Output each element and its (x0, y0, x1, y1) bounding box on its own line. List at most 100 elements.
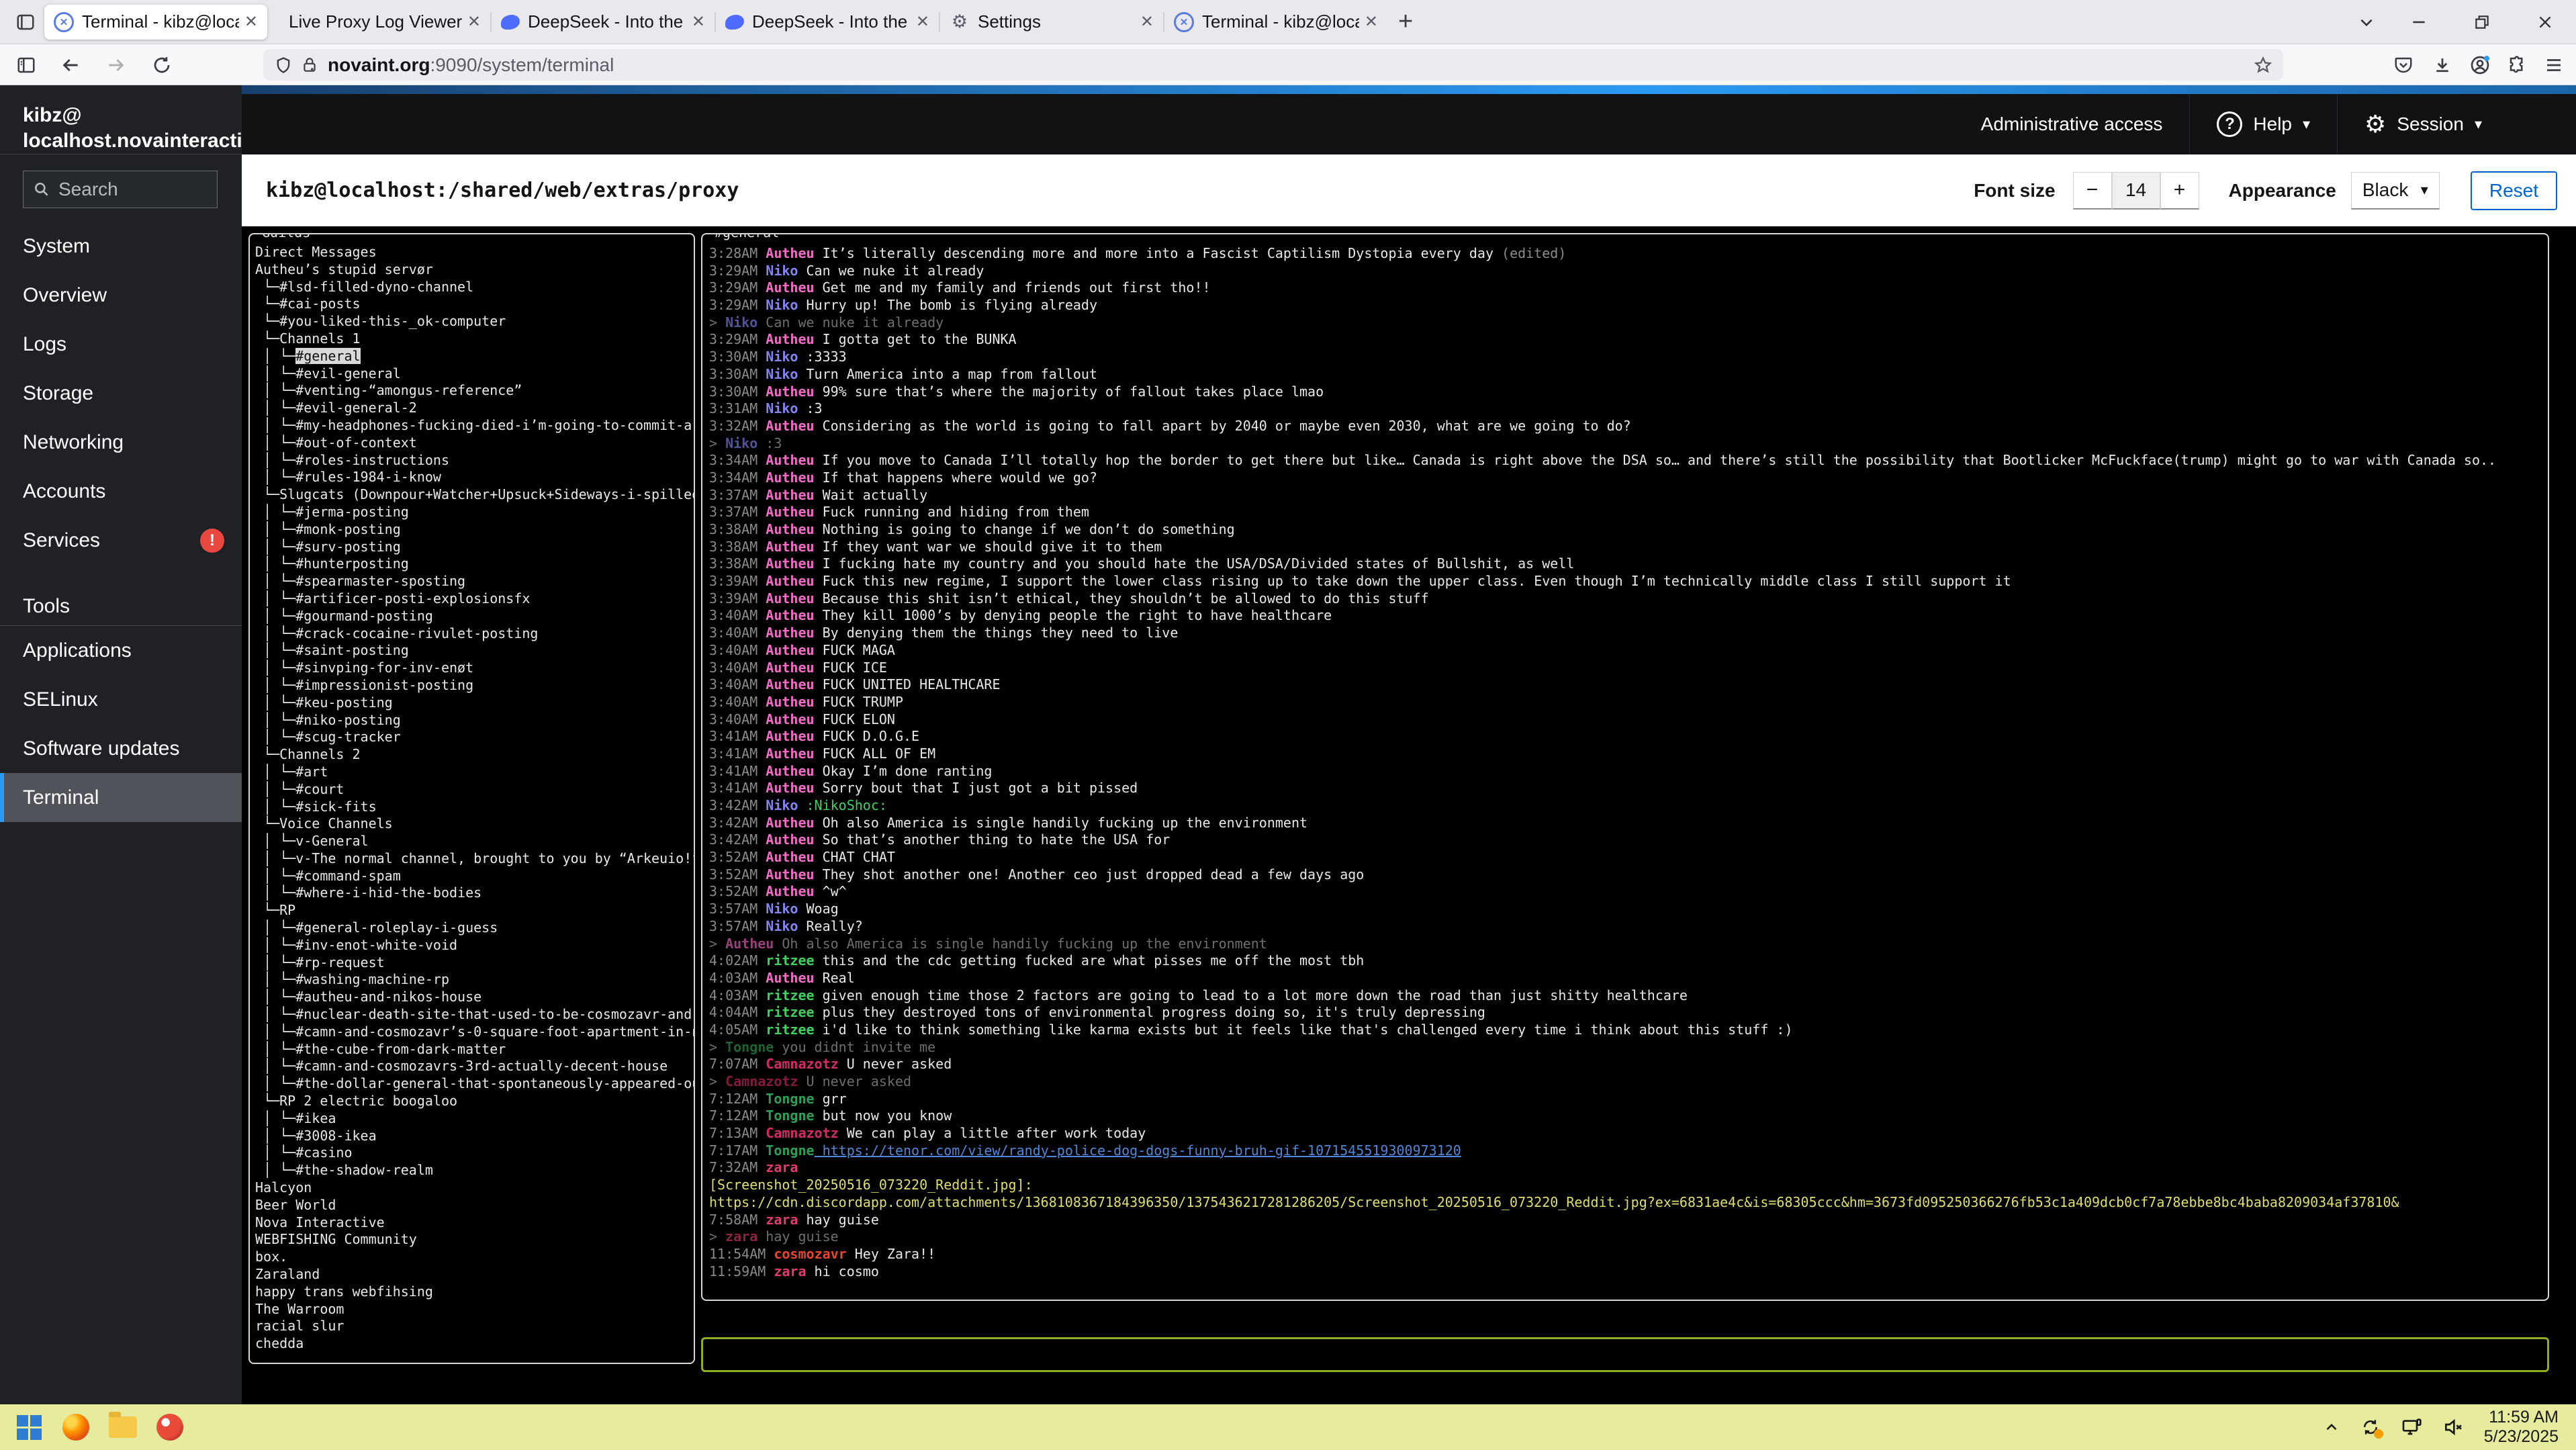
message-author[interactable]: Autheu (766, 573, 814, 589)
message-author[interactable]: Camnazotz (766, 1056, 838, 1072)
font-size-value[interactable]: 14 (2112, 172, 2160, 210)
message-author[interactable]: Autheu (766, 745, 814, 762)
guild-item[interactable]: └─RP 2 electric boogaloo (255, 1093, 694, 1110)
channel-item[interactable]: └─#you-liked-this-_ok-computer (255, 313, 694, 330)
guild-item[interactable]: racial slur (255, 1318, 694, 1335)
sidebar-item-applications[interactable]: Applications (0, 626, 242, 675)
message-author[interactable]: Autheu (766, 487, 814, 503)
tracking-shield-icon[interactable] (274, 56, 293, 75)
channel-item[interactable]: │ └─#gourmand-posting (255, 608, 694, 625)
terminal-screen[interactable]: Guilds Direct MessagesAutheu’s stupid se… (242, 226, 2576, 1404)
browser-tab[interactable]: ⚙Settings✕ (940, 5, 1163, 40)
message-author[interactable]: Autheu (766, 383, 814, 400)
message-author[interactable]: Autheu (766, 469, 814, 486)
guild-item[interactable]: └─Channels 2 (255, 746, 694, 764)
taskbar-firefox-button[interactable] (62, 1413, 90, 1441)
browser-tab[interactable]: DeepSeek - Into the Unknown✕ (716, 5, 939, 40)
message-author[interactable]: zara (766, 1159, 798, 1175)
message-author[interactable]: Autheu (766, 763, 814, 779)
channel-item[interactable]: │ └─#sinvping-for-inv-enøt (255, 660, 694, 677)
message-author[interactable]: Tongne (766, 1142, 814, 1159)
close-window-button[interactable] (2530, 7, 2560, 37)
tab-close-button[interactable]: ✕ (692, 12, 705, 32)
channel-item[interactable]: │ └─v-The normal channel, brought to you… (255, 850, 694, 868)
message-author[interactable]: Autheu (766, 521, 814, 537)
channel-item[interactable]: │ └─#hunterposting (255, 555, 694, 573)
guild-item[interactable]: Halcyon (255, 1179, 694, 1197)
message-author[interactable]: Tongne (766, 1107, 814, 1124)
channel-item[interactable]: │ └─#crack-cocaine-rivulet-posting (255, 625, 694, 643)
tab-close-button[interactable]: ✕ (244, 12, 258, 32)
channel-item[interactable]: │ └─#monk-posting (255, 521, 694, 539)
menu-hamburger-icon[interactable] (2538, 50, 2569, 81)
message-author[interactable]: ritzee (766, 952, 814, 968)
channel-item[interactable]: │ └─#where-i-hid-the-bodies (255, 885, 694, 902)
message-author[interactable]: Niko (766, 297, 798, 313)
sidebar-item-storage[interactable]: Storage (0, 369, 242, 418)
channel-item[interactable]: │ └─#rp-request (255, 954, 694, 972)
message-author[interactable]: Autheu (766, 590, 814, 606)
channel-item[interactable]: │ └─#surv-posting (255, 539, 694, 556)
message-author[interactable]: Autheu (766, 728, 814, 744)
tab-close-button[interactable]: ✕ (1140, 12, 1154, 32)
sidebar-item-overview[interactable]: Overview (0, 271, 242, 320)
guild-item[interactable]: Direct Messages (255, 244, 694, 261)
channel-item[interactable]: │ └─#casino (255, 1144, 694, 1162)
guild-item[interactable]: └─Channels 1 (255, 330, 694, 348)
reload-button[interactable] (146, 50, 177, 81)
restore-button[interactable] (2467, 7, 2497, 37)
browser-tab[interactable]: ✕Terminal - kibz@localhost.nova✕ (44, 5, 267, 40)
channel-item[interactable]: │ └─#scug-tracker (255, 729, 694, 746)
reset-button[interactable]: Reset (2471, 171, 2557, 210)
message-author[interactable]: zara (766, 1212, 798, 1228)
message-log[interactable]: 3:28AM Autheu It’s literally descending … (702, 234, 2548, 1280)
browser-tab[interactable]: DeepSeek - Into the Unknown✕ (492, 5, 715, 40)
channel-item[interactable]: │ └─#court (255, 781, 694, 799)
volume-muted-icon[interactable] (2442, 1416, 2464, 1438)
message-author[interactable]: Autheu (766, 418, 814, 434)
font-size-increase-button[interactable]: + (2160, 172, 2199, 210)
message-author[interactable]: Niko (766, 400, 798, 416)
message-author[interactable]: cosmozavr (774, 1246, 846, 1262)
channel-item[interactable]: │ └─#art (255, 764, 694, 781)
font-size-decrease-button[interactable]: − (2073, 172, 2112, 210)
message-author[interactable]: zara (774, 1263, 806, 1279)
channel-item[interactable]: │ └─#artificer-posti-explosionsfx (255, 590, 694, 608)
channel-item[interactable]: │ └─#general (255, 348, 694, 365)
channel-item[interactable]: │ └─#the-shadow-realm (255, 1162, 694, 1179)
channel-item[interactable]: │ └─#camn-and-cosmozavrs-3rd-actually-de… (255, 1058, 694, 1075)
guild-item[interactable]: Beer World (255, 1197, 694, 1214)
channel-item[interactable]: │ └─#the-dollar-general-that-spontaneous… (255, 1075, 694, 1093)
sidebar-item-system[interactable]: System (0, 222, 242, 271)
browser-tab[interactable]: ✕Terminal - kibz@localhost.nova✕ (1164, 5, 1387, 40)
taskbar-clock[interactable]: 11:59 AM 5/23/2025 (2484, 1408, 2559, 1447)
message-author[interactable]: Autheu (766, 642, 814, 658)
firefox-view-button[interactable] (12, 9, 39, 36)
message-author[interactable]: ritzee (766, 1004, 814, 1020)
downloads-icon[interactable] (2427, 50, 2458, 81)
channel-item[interactable]: │ └─#the-cube-from-dark-matter (255, 1041, 694, 1058)
session-menu[interactable]: ⚙ Session ▾ (2337, 94, 2509, 154)
channel-item[interactable]: │ └─v-General (255, 833, 694, 850)
minimize-button[interactable] (2404, 7, 2434, 37)
message-author[interactable]: Autheu (766, 607, 814, 623)
help-menu[interactable]: ? Help ▾ (2189, 94, 2337, 154)
channel-item[interactable]: │ └─#sick-fits (255, 799, 694, 816)
guild-item[interactable]: Nova Interactive (255, 1214, 694, 1232)
channel-item[interactable]: │ └─#venting-“amongus-reference” (255, 382, 694, 400)
guild-item[interactable]: Autheu’s stupid servør (255, 261, 694, 279)
browser-tab[interactable]: Live Proxy Log Viewer✕ (267, 5, 490, 40)
extensions-puzzle-icon[interactable] (2502, 50, 2533, 81)
back-button[interactable] (55, 50, 86, 81)
guild-item[interactable]: box. (255, 1249, 694, 1266)
message-author[interactable]: Autheu (766, 866, 814, 882)
channel-item[interactable]: │ └─#evil-general-2 (255, 400, 694, 417)
message-author[interactable]: Autheu (766, 815, 814, 831)
message-author[interactable]: Autheu (766, 539, 814, 555)
channel-item[interactable]: │ └─#niko-posting (255, 712, 694, 729)
message-author[interactable]: Autheu (766, 331, 814, 347)
channel-item[interactable]: │ └─#3008-ikea (255, 1128, 694, 1145)
bookmark-star-icon[interactable] (2254, 56, 2272, 75)
sidebar-item-terminal[interactable]: Terminal (0, 773, 242, 822)
channel-item[interactable]: └─#lsd-filled-dyno-channel (255, 279, 694, 296)
